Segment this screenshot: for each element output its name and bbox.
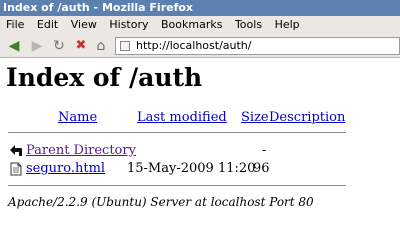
home-button[interactable]: ⌂ <box>92 37 110 55</box>
navigation-toolbar: ◀ ▶ ↻ ✖ ⌂ http://localhost/auth/ <box>0 34 400 58</box>
reload-button[interactable]: ↻ <box>50 37 68 55</box>
row-size: 96 <box>253 161 270 176</box>
back-button[interactable]: ◀ <box>3 37 25 55</box>
table-row: Parent Directory - <box>0 142 400 160</box>
back-arrow-icon <box>10 145 22 156</box>
menu-bookmarks[interactable]: Bookmarks <box>161 18 222 31</box>
forward-arrow-icon: ▶ <box>31 38 43 54</box>
menu-edit[interactable]: Edit <box>37 18 58 31</box>
row-modified: 15-May-2009 11:20 <box>127 161 256 176</box>
home-icon: ⌂ <box>96 38 106 54</box>
menu-history[interactable]: History <box>109 18 148 31</box>
column-header-size[interactable]: Size <box>241 110 269 125</box>
url-bar[interactable]: http://localhost/auth/ <box>115 37 400 55</box>
page-content: Index of /auth Name Last modified Size D… <box>0 58 400 244</box>
menu-help[interactable]: Help <box>275 18 300 31</box>
column-header-last-modified[interactable]: Last modified <box>137 110 227 125</box>
file-link-seguro[interactable]: seguro.html <box>26 160 105 178</box>
stop-button[interactable]: ✖ <box>72 37 90 55</box>
menu-tools[interactable]: Tools <box>235 18 262 31</box>
file-icon <box>10 162 22 176</box>
menu-bar: File Edit View History Bookmarks Tools H… <box>0 16 400 34</box>
reload-icon: ↻ <box>53 38 65 54</box>
parent-directory-link[interactable]: Parent Directory <box>26 142 136 160</box>
menu-view[interactable]: View <box>71 18 97 31</box>
header-divider <box>8 132 346 133</box>
back-arrow-icon: ◀ <box>8 38 20 54</box>
page-favicon-icon <box>120 41 130 51</box>
window-title: Index of /auth - Mozilla Firefox <box>3 1 194 14</box>
server-signature: Apache/2.2.9 (Ubuntu) Server at localhos… <box>8 195 314 209</box>
window-title-bar: Index of /auth - Mozilla Firefox <box>0 0 400 16</box>
url-text[interactable]: http://localhost/auth/ <box>136 38 251 54</box>
menu-file[interactable]: File <box>6 18 24 31</box>
row-size: - <box>262 143 267 158</box>
column-header-name[interactable]: Name <box>58 110 97 125</box>
table-row: seguro.html 15-May-2009 11:20 96 <box>0 160 400 178</box>
page-title: Index of /auth <box>6 63 203 92</box>
forward-button[interactable]: ▶ <box>28 37 46 55</box>
column-header-description[interactable]: Description <box>269 110 345 125</box>
stop-icon: ✖ <box>75 38 87 53</box>
footer-divider <box>8 185 346 186</box>
